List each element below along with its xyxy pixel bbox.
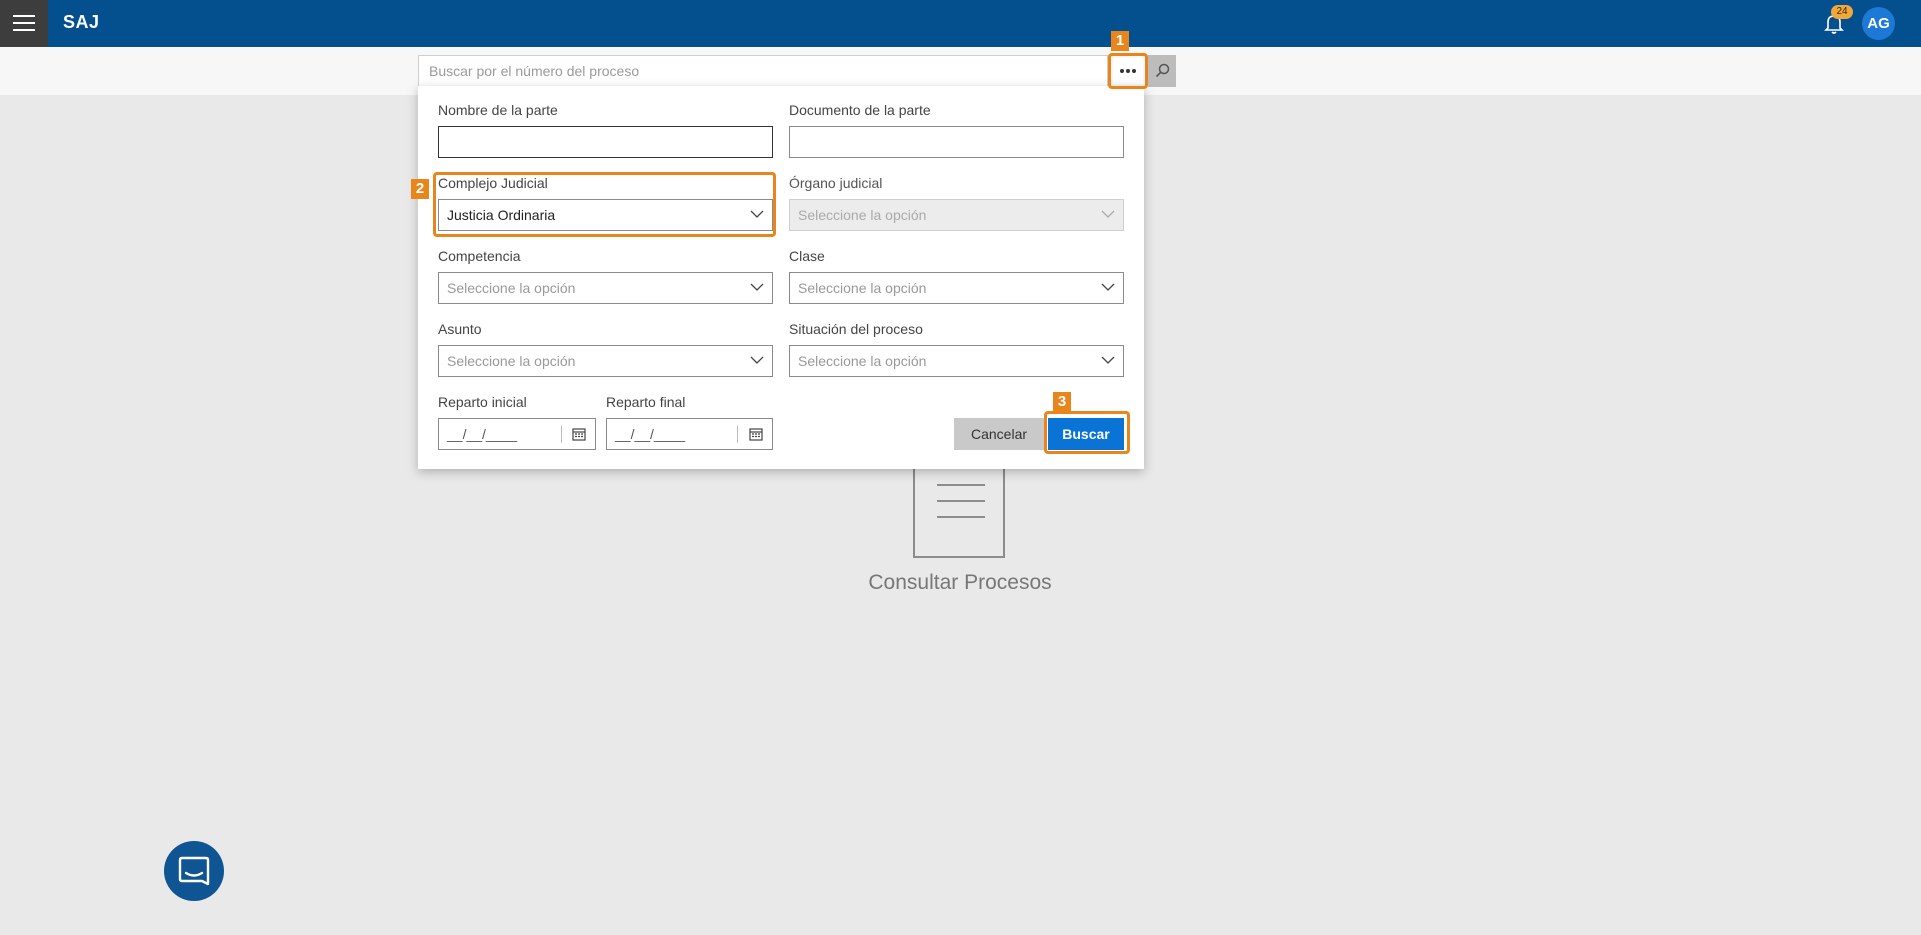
reparto-inicial-label: Reparto inicial — [438, 394, 527, 410]
organo-judicial-placeholder: Seleccione la opción — [798, 207, 927, 223]
magnifier-icon — [1155, 63, 1170, 78]
clase-label: Clase — [789, 248, 825, 264]
complejo-judicial-value: Justicia Ordinaria — [447, 207, 556, 223]
user-avatar[interactable]: AG — [1862, 7, 1895, 40]
buscar-button[interactable]: Buscar — [1048, 418, 1124, 450]
chevron-down-icon — [750, 356, 764, 364]
chevron-down-icon — [1101, 210, 1115, 218]
menu-button[interactable] — [0, 0, 48, 47]
reparto-final-label: Reparto final — [606, 394, 686, 410]
nombre-parte-label: Nombre de la parte — [438, 102, 558, 118]
competencia-select[interactable]: Seleccione la opción — [438, 272, 773, 304]
chat-button[interactable] — [164, 841, 224, 901]
complejo-judicial-select[interactable]: Justicia Ordinaria — [438, 199, 773, 231]
chevron-down-icon — [1101, 356, 1115, 364]
reparto-final-date-input[interactable]: __/__/____ — [606, 418, 773, 450]
document-icon — [913, 462, 1005, 558]
chevron-down-icon — [750, 283, 764, 291]
calendar-icon[interactable] — [749, 427, 763, 441]
complejo-judicial-label: Complejo Judicial — [438, 175, 548, 191]
situacion-placeholder: Seleccione la opción — [798, 353, 927, 369]
process-number-search-input[interactable] — [418, 55, 1108, 87]
reparto-final-mask: __/__/____ — [615, 426, 686, 442]
situacion-label: Situación del proceso — [789, 321, 923, 337]
advanced-search-panel: Nombre de la parte Documento de la parte… — [418, 86, 1144, 469]
clase-placeholder: Seleccione la opción — [798, 280, 927, 296]
chevron-down-icon — [750, 210, 764, 218]
asunto-select[interactable]: Seleccione la opción — [438, 345, 773, 377]
advanced-search-button[interactable] — [1113, 58, 1143, 84]
organo-judicial-select: Seleccione la opción — [789, 199, 1124, 231]
documento-parte-input[interactable] — [789, 126, 1124, 158]
app-name: SAJ — [63, 12, 100, 32]
competencia-label: Competencia — [438, 248, 521, 264]
asunto-placeholder: Seleccione la opción — [447, 353, 576, 369]
step-1-marker: 1 — [1111, 31, 1129, 51]
situacion-select[interactable]: Seleccione la opción — [789, 345, 1124, 377]
clase-select[interactable]: Seleccione la opción — [789, 272, 1124, 304]
nombre-parte-input[interactable] — [438, 126, 773, 158]
empty-state-title: Consultar Procesos — [868, 571, 1052, 594]
chevron-down-icon — [1101, 283, 1115, 291]
ellipsis-icon — [1120, 69, 1124, 73]
step-3-marker: 3 — [1053, 392, 1071, 412]
cancel-button[interactable]: Cancelar — [954, 418, 1044, 450]
asunto-label: Asunto — [438, 321, 482, 337]
reparto-inicial-date-input[interactable]: __/__/____ — [438, 418, 596, 450]
search-button[interactable] — [1148, 55, 1176, 87]
reparto-inicial-mask: __/__/____ — [447, 426, 518, 442]
top-bar: SAJ 24 AG — [0, 0, 1921, 47]
organo-judicial-label: Órgano judicial — [789, 175, 883, 191]
competencia-placeholder: Seleccione la opción — [447, 280, 576, 296]
step-2-marker: 2 — [411, 179, 429, 199]
notification-badge: 24 — [1831, 5, 1853, 19]
documento-parte-label: Documento de la parte — [789, 102, 931, 118]
calendar-icon[interactable] — [572, 427, 586, 441]
chat-icon — [178, 856, 210, 886]
